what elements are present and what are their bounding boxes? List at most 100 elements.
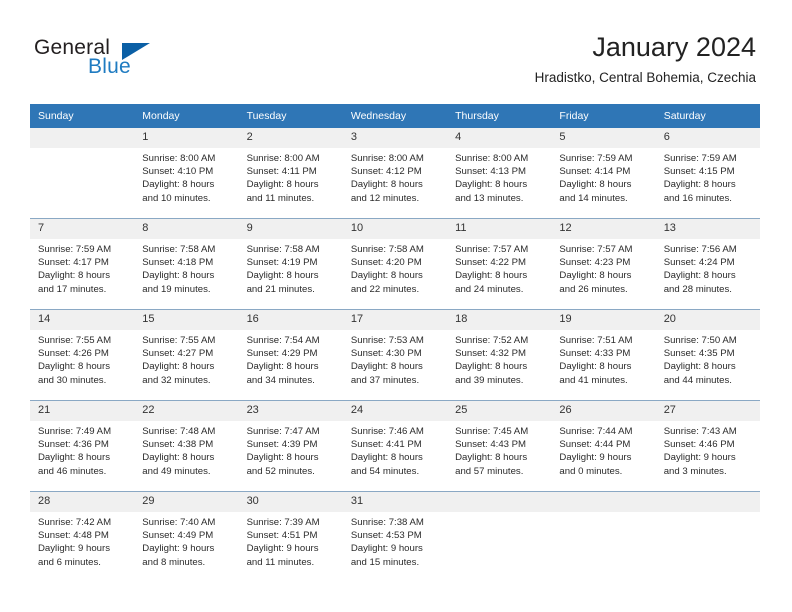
calendar-day-cell[interactable]: 2 Sunrise: 8:00 AM Sunset: 4:11 PM Daylight… xyxy=(238,128,343,219)
calendar-day-cell[interactable]: 31 Sunrise: 7:38 AM Sunset: 4:53 PM Dayligh… xyxy=(342,491,448,582)
day-details: Sunrise: 8:00 AM Sunset: 4:11 PM Daylight:… xyxy=(239,148,343,205)
calendar-day-cell[interactable]: 24 Sunrise: 7:46 AM Sunset: 4:41 PM Dayligh… xyxy=(342,400,448,492)
calendar-day-cell[interactable]: 11 Sunrise: 7:57 AM Sunset: 4:22 PM Dayligh… xyxy=(447,218,552,310)
daylight-minutes-text xyxy=(455,556,545,569)
weekday-header-friday: Friday xyxy=(551,104,656,128)
daylight-hours-text: Daylight: 9 hours xyxy=(350,543,423,555)
sunset-text: Sunset: 4:11 PM xyxy=(246,166,317,178)
day-number: 15 xyxy=(134,310,239,330)
calendar-day-cell[interactable]: 17 Sunrise: 7:53 AM Sunset: 4:30 PM Dayligh… xyxy=(342,309,448,401)
page-header: General Blue January 2024 Hradistko, Cen… xyxy=(0,0,792,96)
calendar-day-cell[interactable]: 20 Sunrise: 7:50 AM Sunset: 4:35 PM Dayligh… xyxy=(655,309,760,401)
sunrise-text: Sunrise: 7:58 AM xyxy=(350,244,424,255)
daylight-hours-text: Daylight: 9 hours xyxy=(38,543,110,555)
calendar-day-cell[interactable]: 19 Sunrise: 7:51 AM Sunset: 4:33 PM Dayligh… xyxy=(551,309,656,401)
calendar-day-cell[interactable]: 12 Sunrise: 7:57 AM Sunset: 4:23 PM Dayligh… xyxy=(551,218,656,310)
calendar-day-cell[interactable]: 4 Sunrise: 8:00 AM Sunset: 4:13 PM Daylight… xyxy=(447,128,552,219)
calendar-day-cell[interactable]: 9 Sunrise: 7:58 AM Sunset: 4:19 PM Daylight… xyxy=(238,218,343,310)
day-details: Sunrise: 7:44 AM Sunset: 4:44 PM Daylight:… xyxy=(551,421,655,478)
month-calendar: Sunday Monday Tuesday Wednesday Thursday… xyxy=(30,104,760,582)
day-number: 30 xyxy=(238,492,343,512)
calendar-day-cell[interactable]: 1 Sunrise: 8:00 AM Sunset: 4:10 PM Daylight… xyxy=(134,128,239,219)
day-details: Sunrise: 7:46 AM Sunset: 4:41 PM Daylight:… xyxy=(343,421,447,478)
calendar-page: General Blue January 2024 Hradistko, Cen… xyxy=(0,0,792,612)
daylight-hours-text: Daylight: 8 hours xyxy=(246,270,319,282)
sunset-text: Sunset: 4:17 PM xyxy=(38,257,109,269)
calendar-day-cell[interactable]: 3 Sunrise: 8:00 AM Sunset: 4:12 PM Daylight… xyxy=(342,128,448,219)
daylight-minutes-text: and 10 minutes. xyxy=(142,192,211,204)
sunset-text: Sunset: 4:46 PM xyxy=(663,439,735,451)
calendar-day-cell[interactable]: 8 Sunrise: 7:58 AM Sunset: 4:18 PM Daylight… xyxy=(134,218,239,310)
calendar-day-cell[interactable]: 26 Sunrise: 7:44 AM Sunset: 4:44 PM Dayligh… xyxy=(551,400,656,492)
calendar-week-row: 21 Sunrise: 7:49 AM Sunset: 4:36 PM Dayligh… xyxy=(30,400,760,492)
daylight-minutes-text: and 11 minutes. xyxy=(246,192,315,204)
daylight-hours-text: Daylight: 8 hours xyxy=(455,270,528,282)
sunrise-text: Sunrise: 7:51 AM xyxy=(559,335,633,346)
calendar-day-cell[interactable]: 22 Sunrise: 7:48 AM Sunset: 4:38 PM Dayligh… xyxy=(134,400,239,492)
calendar-day-cell[interactable]: 14 Sunrise: 7:55 AM Sunset: 4:26 PM Dayligh… xyxy=(30,309,135,401)
calendar-day-cell[interactable]: 23 Sunrise: 7:47 AM Sunset: 4:39 PM Dayligh… xyxy=(238,400,343,492)
sunset-text: Sunset: 4:36 PM xyxy=(38,439,109,451)
day-details: Sunrise: 7:42 AM Sunset: 4:48 PM Daylight:… xyxy=(30,512,134,569)
sunrise-text: Sunrise: 7:57 AM xyxy=(455,244,529,255)
calendar-day-cell[interactable]: 15 Sunrise: 7:55 AM Sunset: 4:27 PM Dayligh… xyxy=(134,309,239,401)
daylight-hours-text: Daylight: 8 hours xyxy=(246,179,319,191)
sunrise-text: Sunrise: 7:50 AM xyxy=(663,335,737,346)
daylight-hours-text: Daylight: 8 hours xyxy=(455,179,528,191)
calendar-day-cell[interactable]: 6 Sunrise: 7:59 AM Sunset: 4:15 PM Daylight… xyxy=(655,128,760,219)
day-number: 22 xyxy=(134,401,239,421)
day-number: 10 xyxy=(342,219,448,239)
calendar-day-cell[interactable]: 30 Sunrise: 7:39 AM Sunset: 4:51 PM Dayligh… xyxy=(238,491,343,582)
daylight-minutes-text: and 37 minutes. xyxy=(350,374,420,386)
day-details: Sunrise: 7:54 AM Sunset: 4:29 PM Daylight:… xyxy=(239,330,343,387)
day-details: Sunrise: 7:45 AM Sunset: 4:43 PM Daylight:… xyxy=(447,421,551,478)
calendar-day-cell-empty xyxy=(447,491,552,582)
weekday-header-tuesday: Tuesday xyxy=(238,104,343,128)
day-details: Sunrise: 7:58 AM Sunset: 4:20 PM Daylight:… xyxy=(343,239,447,296)
daylight-hours-text: Daylight: 9 hours xyxy=(663,452,736,464)
calendar-body: 1 Sunrise: 8:00 AM Sunset: 4:10 PM Daylight… xyxy=(30,128,760,582)
sunrise-text: Sunrise: 7:45 AM xyxy=(455,426,529,437)
calendar-day-cell[interactable]: 10 Sunrise: 7:58 AM Sunset: 4:20 PM Dayligh… xyxy=(342,218,448,310)
day-number: 21 xyxy=(30,401,135,421)
sunset-text xyxy=(38,165,128,178)
weekday-header-saturday: Saturday xyxy=(655,104,760,128)
daylight-minutes-text: and 32 minutes. xyxy=(142,374,211,386)
calendar-day-cell-empty xyxy=(30,128,135,219)
calendar-day-cell[interactable]: 7 Sunrise: 7:59 AM Sunset: 4:17 PM Daylight… xyxy=(30,218,135,310)
day-details: Sunrise: 7:57 AM Sunset: 4:22 PM Daylight:… xyxy=(447,239,551,296)
day-number: 11 xyxy=(447,219,552,239)
calendar-day-cell[interactable]: 28 Sunrise: 7:42 AM Sunset: 4:48 PM Dayligh… xyxy=(30,491,135,582)
day-details: Sunrise: 7:57 AM Sunset: 4:23 PM Daylight:… xyxy=(551,239,655,296)
calendar-day-cell[interactable]: 18 Sunrise: 7:52 AM Sunset: 4:32 PM Dayligh… xyxy=(447,309,552,401)
daylight-hours-text: Daylight: 8 hours xyxy=(455,361,528,373)
calendar-day-cell[interactable]: 5 Sunrise: 7:59 AM Sunset: 4:14 PM Daylight… xyxy=(551,128,656,219)
sunset-text: Sunset: 4:35 PM xyxy=(663,348,735,360)
daylight-minutes-text: and 54 minutes. xyxy=(350,465,420,477)
daylight-hours-text: Daylight: 8 hours xyxy=(663,361,736,373)
calendar-day-cell[interactable]: 16 Sunrise: 7:54 AM Sunset: 4:29 PM Dayligh… xyxy=(238,309,343,401)
daylight-minutes-text: and 34 minutes. xyxy=(246,374,315,386)
sunrise-text: Sunrise: 7:52 AM xyxy=(455,335,529,346)
day-details: Sunrise: 7:55 AM Sunset: 4:27 PM Daylight:… xyxy=(134,330,238,387)
sunrise-text: Sunrise: 7:49 AM xyxy=(38,426,112,437)
day-details: Sunrise: 7:55 AM Sunset: 4:26 PM Daylight:… xyxy=(30,330,134,387)
sunrise-text: Sunrise: 8:00 AM xyxy=(142,153,216,164)
calendar-day-cell[interactable]: 27 Sunrise: 7:43 AM Sunset: 4:46 PM Dayligh… xyxy=(655,400,760,492)
daylight-hours-text: Daylight: 9 hours xyxy=(559,452,632,464)
calendar-day-cell[interactable]: 13 Sunrise: 7:56 AM Sunset: 4:24 PM Dayligh… xyxy=(655,218,760,310)
day-details: Sunrise: 8:00 AM Sunset: 4:12 PM Daylight:… xyxy=(343,148,447,205)
sunset-text: Sunset: 4:49 PM xyxy=(142,530,214,542)
daylight-hours-text: Daylight: 8 hours xyxy=(350,361,423,373)
calendar-day-cell[interactable]: 21 Sunrise: 7:49 AM Sunset: 4:36 PM Dayligh… xyxy=(30,400,135,492)
day-number xyxy=(655,492,760,512)
calendar-day-cell[interactable]: 29 Sunrise: 7:40 AM Sunset: 4:49 PM Dayligh… xyxy=(134,491,239,582)
general-blue-logo[interactable]: General Blue xyxy=(34,36,204,82)
day-details: Sunrise: 7:58 AM Sunset: 4:19 PM Daylight:… xyxy=(239,239,343,296)
day-number: 17 xyxy=(342,310,448,330)
page-subtitle: Hradistko, Central Bohemia, Czechia xyxy=(534,70,756,85)
day-number: 24 xyxy=(342,401,448,421)
sunset-text: Sunset: 4:41 PM xyxy=(350,439,422,451)
sunset-text: Sunset: 4:18 PM xyxy=(142,257,214,269)
calendar-day-cell[interactable]: 25 Sunrise: 7:45 AM Sunset: 4:43 PM Dayligh… xyxy=(447,400,552,492)
